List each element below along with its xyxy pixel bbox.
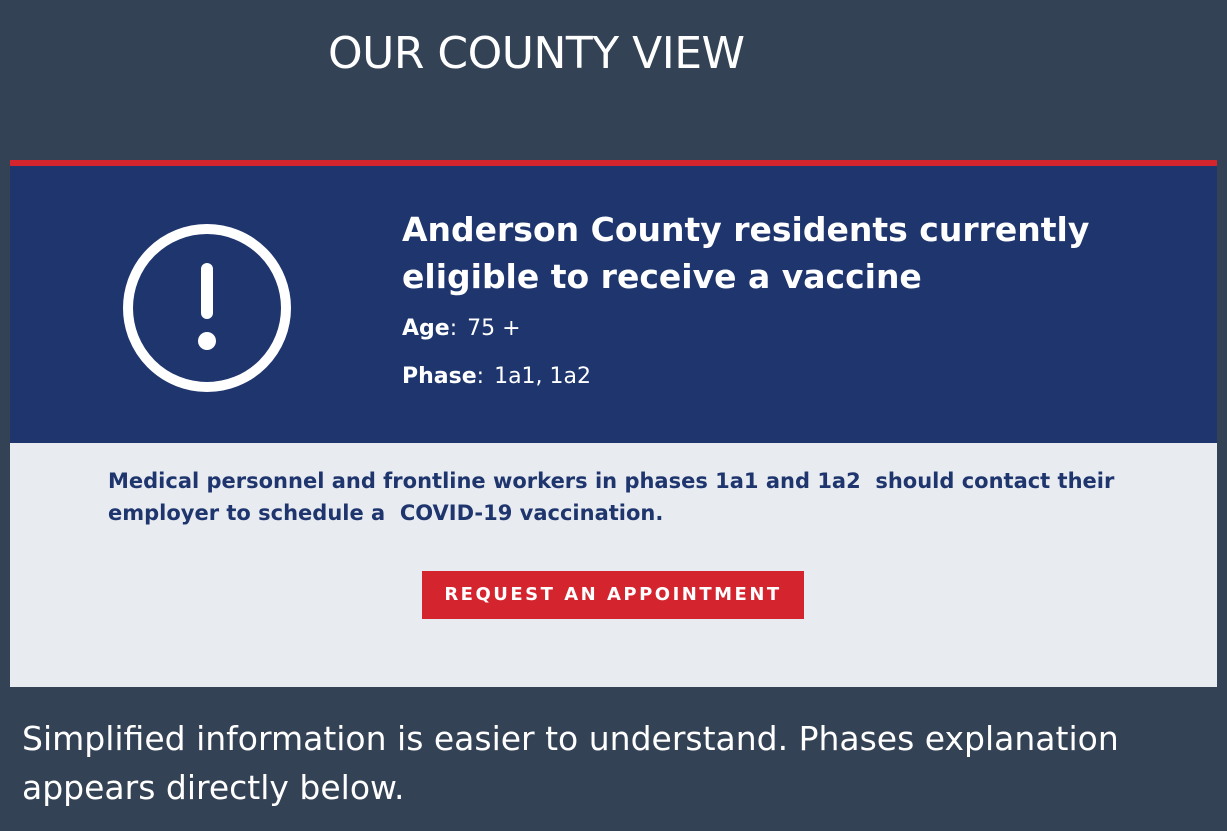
age-value: 75 + (467, 316, 521, 341)
eligibility-banner: Anderson County residents currently elig… (10, 166, 1217, 443)
banner-text: Anderson County residents currently elig… (402, 206, 1162, 412)
card-body: Medical personnel and frontline workers … (10, 443, 1217, 687)
exclamation-circle-icon (120, 221, 294, 395)
request-appointment-button[interactable]: REQUEST AN APPOINTMENT (422, 571, 804, 619)
eligibility-card: Anderson County residents currently elig… (10, 160, 1217, 687)
age-row: Age: 75 + (402, 316, 1162, 364)
phase-separator: : (476, 364, 485, 389)
age-label: Age (402, 316, 450, 341)
eligibility-heading: Anderson County residents currently elig… (402, 210, 1090, 296)
phase-row: Phase: 1a1, 1a2 (402, 364, 1162, 412)
phase-value: 1a1, 1a2 (494, 364, 592, 389)
phase-label: Phase (402, 364, 477, 389)
medical-personnel-note: Medical personnel and frontline workers … (108, 469, 1122, 525)
age-separator: : (449, 316, 458, 341)
caption-text: Simplified information is easier to unde… (22, 719, 1119, 807)
page-title: OUR COUNTY VIEW (328, 28, 745, 79)
